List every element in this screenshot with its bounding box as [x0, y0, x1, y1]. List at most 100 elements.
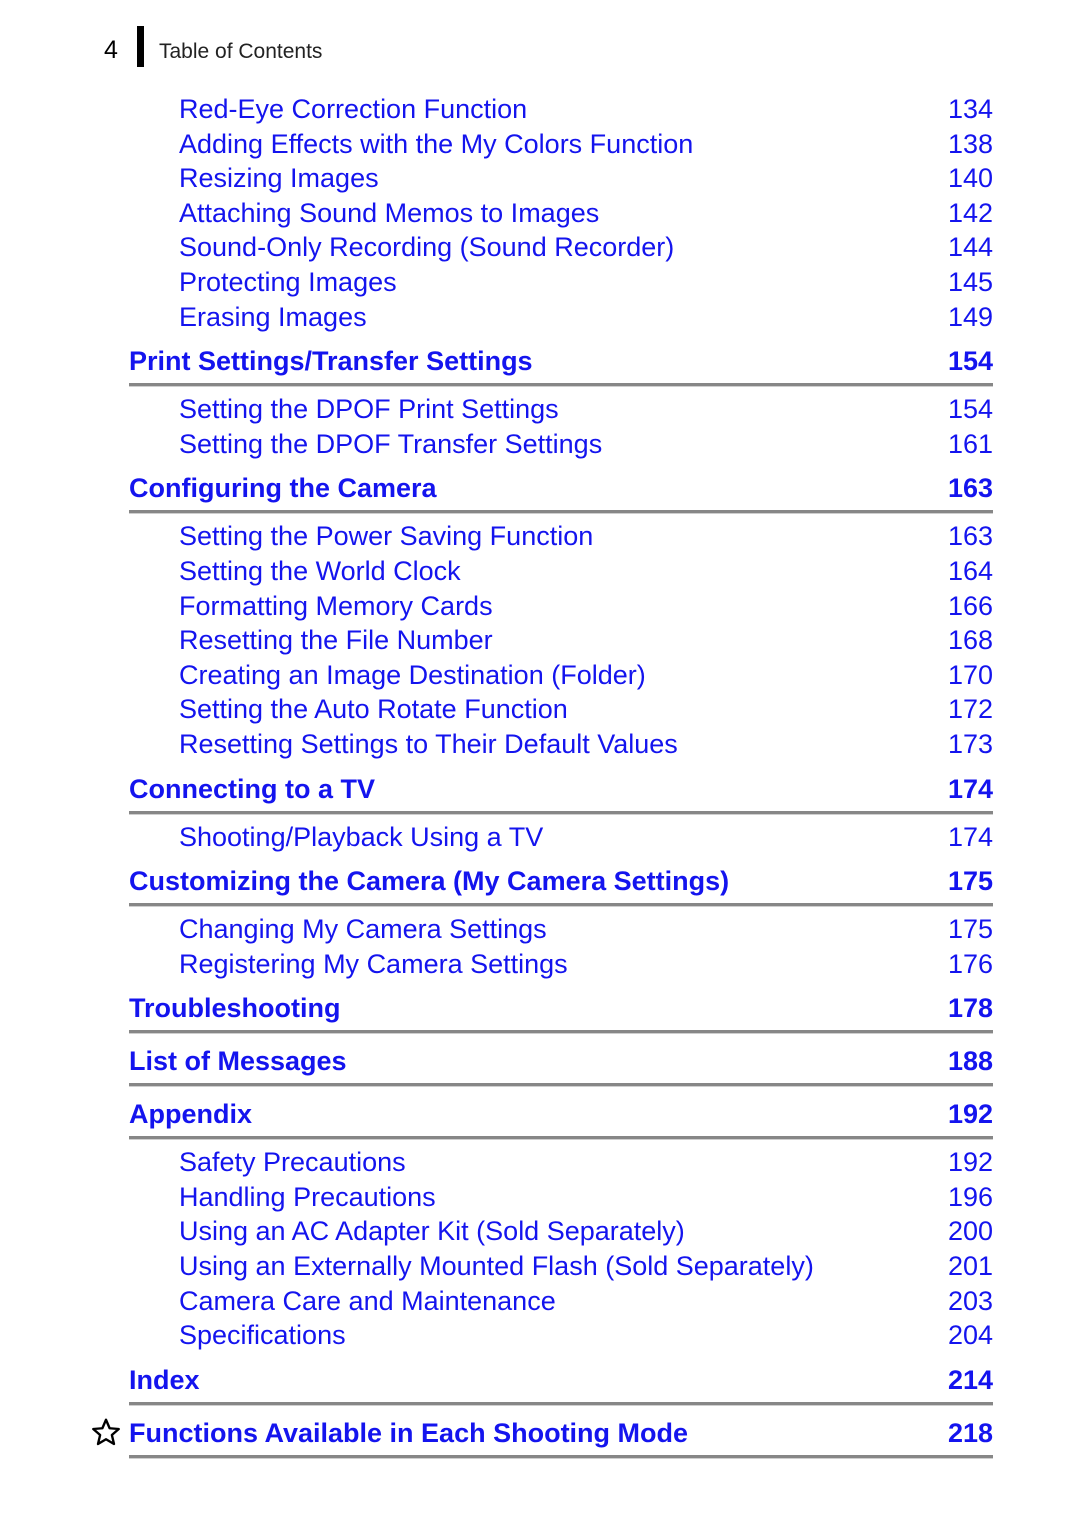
toc-entry-page-number: 196: [947, 1181, 993, 1212]
dot-leader: [651, 682, 913, 684]
toc-section-title: List of Messages: [129, 1046, 347, 1077]
toc-section-page-number: 178: [947, 993, 993, 1024]
dot-leader: [599, 544, 913, 546]
dot-leader: [699, 151, 913, 153]
toc-entry-label: Shooting/Playback Using a TV: [179, 821, 544, 852]
dot-leader: [561, 1308, 913, 1310]
toc-entry-label: Using an Externally Mounted Flash (Sold …: [179, 1251, 814, 1282]
toc-section-heading[interactable]: Configuring the Camera 163: [129, 466, 993, 510]
toc-entry-page-number: 203: [947, 1285, 993, 1316]
dot-leader: [608, 451, 913, 453]
toc-entry-page-number: 200: [947, 1216, 993, 1247]
toc-entry[interactable]: Handling Precautions 196: [179, 1180, 993, 1215]
toc-entry-page-number: 204: [947, 1320, 993, 1351]
toc-entry-label: Setting the Auto Rotate Function: [179, 694, 568, 725]
toc-entry[interactable]: Specifications 204: [179, 1318, 993, 1353]
toc-section-title: Print Settings/Transfer Settings: [129, 346, 533, 377]
toc-entry-page-number: 166: [947, 590, 993, 621]
toc-entry-page-number: 138: [947, 128, 993, 159]
toc-entry[interactable]: Safety Precautions 192: [179, 1145, 993, 1180]
toc-section: Print Settings/Transfer Settings 154: [129, 339, 993, 388]
toc-entry[interactable]: Formatting Memory Cards 166: [179, 589, 993, 624]
dot-leader: [402, 289, 913, 291]
toc-entry-label: Setting the DPOF Print Settings: [179, 394, 559, 425]
toc-section-page-number: 218: [947, 1417, 993, 1448]
toc-section-heading[interactable]: Connecting to a TV 174: [129, 767, 993, 811]
toc-entry[interactable]: Shooting/Playback Using a TV 174: [179, 820, 993, 855]
toc-entry-label: Changing My Camera Settings: [179, 914, 547, 945]
toc-entry[interactable]: Resetting the File Number 168: [179, 623, 993, 658]
toc-entry[interactable]: Registering My Camera Settings 176: [179, 947, 993, 982]
toc-entry[interactable]: Camera Care and Maintenance 203: [179, 1284, 993, 1319]
dot-leader: [384, 186, 913, 188]
dot-leader: [690, 1239, 913, 1241]
toc-entry-label: Erasing Images: [179, 301, 367, 332]
toc-entry-label: Resetting the File Number: [179, 625, 493, 656]
toc-entry[interactable]: Setting the Auto Rotate Function 172: [179, 692, 993, 727]
dot-leader: [533, 117, 913, 118]
toc-entry-page-number: 170: [947, 659, 993, 690]
toc-section-title: Appendix: [129, 1099, 253, 1130]
toc-entry-label: Registering My Camera Settings: [179, 948, 568, 979]
section-rule: [129, 810, 993, 815]
toc-section-heading[interactable]: Print Settings/Transfer Settings 154: [129, 339, 993, 383]
toc-entry[interactable]: Setting the World Clock 164: [179, 554, 993, 589]
toc-entry-label: Setting the Power Saving Function: [179, 521, 594, 552]
toc-entry[interactable]: Resizing Images 140: [179, 161, 993, 196]
toc-entry-page-number: 176: [947, 948, 993, 979]
toc-entry[interactable]: Red-Eye Correction Function 134: [179, 92, 993, 127]
dot-leader: [573, 717, 913, 719]
toc-entry[interactable]: Changing My Camera Settings 175: [179, 912, 993, 947]
toc-section-page-number: 175: [947, 866, 993, 897]
dot-leader: [466, 578, 913, 580]
toc-entry[interactable]: Using an AC Adapter Kit (Sold Separately…: [179, 1214, 993, 1249]
dot-leader: [411, 1170, 913, 1172]
toc-section: Configuring the Camera 163: [129, 466, 993, 515]
toc-section: Functions Available in Each Shooting Mod…: [92, 1411, 993, 1459]
dot-leader: [351, 1343, 913, 1345]
dot-leader: [372, 324, 913, 326]
toc-entry-page-number: 140: [947, 163, 993, 194]
toc-section-title: Index: [129, 1364, 200, 1395]
toc-entry[interactable]: Setting the DPOF Print Settings 154: [179, 392, 993, 427]
toc-entry[interactable]: Setting the DPOF Transfer Settings 161: [179, 427, 993, 462]
toc-section-heading[interactable]: Functions Available in Each Shooting Mod…: [129, 1411, 993, 1455]
toc-entry-label: Adding Effects with the My Colors Functi…: [179, 128, 694, 159]
toc-entry-page-number: 134: [947, 94, 993, 124]
toc-entry[interactable]: Creating an Image Destination (Folder) 17…: [179, 658, 993, 693]
toc-section-title: Customizing the Camera (My Camera Settin…: [129, 866, 730, 897]
dot-leader: [680, 255, 913, 257]
toc-entry-label: Using an AC Adapter Kit (Sold Separately…: [179, 1216, 685, 1247]
toc-entry-page-number: 163: [947, 521, 993, 552]
toc-entry-page-number: 201: [947, 1251, 993, 1282]
toc-entry-label: Camera Care and Maintenance: [179, 1285, 556, 1316]
running-header: 4 Table of Contents: [0, 0, 1080, 90]
toc-entry[interactable]: Setting the Power Saving Function 163: [179, 519, 993, 554]
toc-section-page-number: 163: [947, 473, 993, 504]
toc-section-heading[interactable]: Index 214: [129, 1358, 993, 1402]
toc-section: Index 214: [129, 1358, 993, 1406]
toc-entry[interactable]: Sound-Only Recording (Sound Recorder) 144: [179, 230, 993, 265]
toc-section-heading[interactable]: Customizing the Camera (My Camera Settin…: [129, 859, 993, 903]
toc-section-heading[interactable]: Troubleshooting 178: [129, 986, 993, 1030]
toc-section-heading[interactable]: List of Messages 188: [129, 1039, 993, 1083]
header-title: Table of Contents: [159, 40, 323, 63]
header-divider-bar: [137, 26, 144, 67]
header-page-number: 4: [104, 36, 118, 64]
toc-entry[interactable]: Resetting Settings to Their Default Valu…: [179, 727, 993, 762]
toc-entry[interactable]: Erasing Images 149: [179, 300, 993, 335]
toc-entry-page-number: 174: [947, 821, 993, 852]
toc-section-title: Connecting to a TV: [129, 773, 375, 804]
toc-entry[interactable]: Protecting Images 145: [179, 265, 993, 300]
toc-entry-page-number: 154: [947, 394, 993, 425]
toc-entry[interactable]: Adding Effects with the My Colors Functi…: [179, 127, 993, 162]
dot-leader: [573, 971, 913, 973]
dot-leader: [552, 937, 913, 939]
toc-entry[interactable]: Attaching Sound Memos to Images 142: [179, 196, 993, 231]
toc-entry[interactable]: Using an Externally Mounted Flash (Sold …: [179, 1249, 993, 1284]
toc-section-heading[interactable]: Appendix 192: [129, 1092, 993, 1136]
toc-body: Red-Eye Correction Function 134 Adding Eff…: [0, 92, 1080, 1464]
section-rule: [129, 1401, 993, 1406]
dot-leader: [683, 751, 913, 753]
toc-section-page-number: 174: [947, 773, 993, 804]
